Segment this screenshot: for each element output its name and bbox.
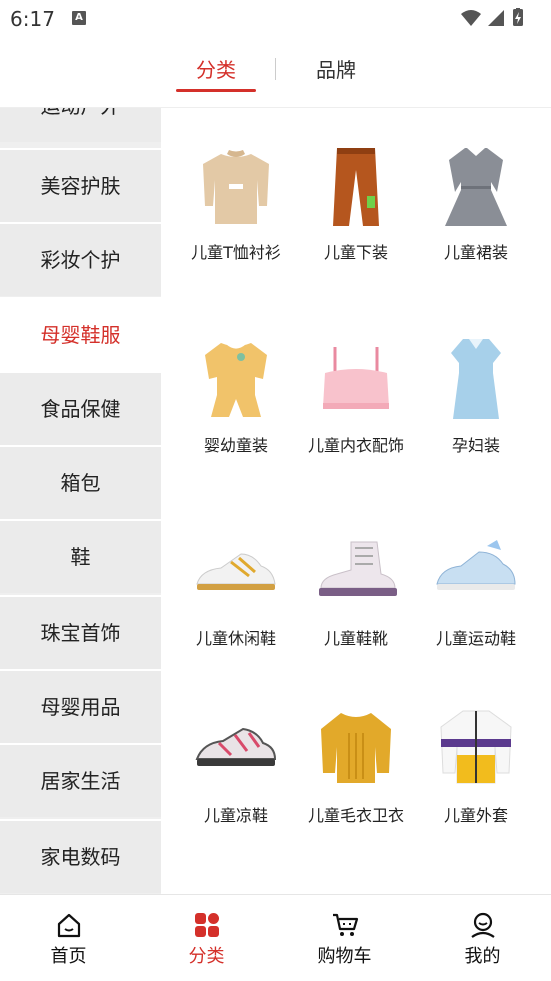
kids-pants-icon [333,148,379,226]
top-tab-bar: 分类 品牌 [0,36,551,108]
tab-divider [275,58,276,80]
grid-item-maternity-dress[interactable]: 孕妇装 [416,333,536,458]
wifi-icon [461,10,481,26]
sidebar-item-jewelry[interactable]: 珠宝首饰 [0,597,161,669]
grid-item-label: 孕妇装 [451,436,500,455]
kids-jacket-icon [440,710,512,784]
grid-item-label: 儿童休闲鞋 [195,629,276,648]
grid-item-kids-underwear[interactable]: 儿童内衣配饰 [296,333,416,458]
nav-home[interactable]: 首页 [0,895,137,981]
sidebar-item-outdoor[interactable]: 运动户外 [0,108,161,142]
bottom-nav: 首页 分类 购物车 我的 [0,894,551,981]
sidebar-item-home-living[interactable]: 居家生活 [0,745,161,817]
grid-item-kids-casual-shoe[interactable]: 儿童休闲鞋 [176,526,296,651]
grid-item-kids-sweater[interactable]: 儿童毛衣卫衣 [296,703,416,828]
system-status-icons [461,8,523,26]
grid-item-baby-romper[interactable]: 婴幼童装 [176,333,296,458]
grid-item-label: 儿童裙装 [443,243,508,262]
kids-boot-icon [319,541,397,596]
nav-category[interactable]: 分类 [138,895,275,981]
nav-cart[interactable]: 购物车 [276,895,413,981]
grid-item-kids-boot[interactable]: 儿童鞋靴 [296,526,416,651]
tab-category[interactable]: 分类 [176,54,256,90]
grid-item-kids-sneaker[interactable]: 儿童运动鞋 [416,526,536,651]
profile-icon [471,912,495,938]
grid-item-label: 儿童运动鞋 [435,629,516,648]
grid-item-kids-jacket[interactable]: 儿童外套 [416,703,536,828]
tab-brand[interactable]: 品牌 [296,54,376,90]
kids-tshirt-icon [203,150,269,224]
signal-icon [488,10,504,26]
maternity-dress-icon [451,339,501,419]
notification-icon: A [72,11,86,25]
nav-home-label: 首页 [50,946,87,967]
status-time: 6:17 [10,7,55,31]
sidebar-item-baby-apparel[interactable]: 母婴鞋服 [0,297,161,373]
grid-item-label: 儿童毛衣卫衣 [307,806,404,825]
sidebar-item-makeup[interactable]: 彩妆个护 [0,224,161,296]
grid-item-label: 儿童内衣配饰 [307,436,404,455]
nav-cart-label: 购物车 [317,946,372,967]
nav-category-label: 分类 [188,946,225,967]
nav-profile[interactable]: 我的 [414,895,551,981]
nav-profile-label: 我的 [464,946,501,967]
active-tab-indicator [176,89,256,92]
kids-sandal-icon [195,727,277,766]
kids-underwear-icon [323,347,389,409]
grid-item-kids-tshirt[interactable]: 儿童T恤衬衫 [176,140,296,265]
sidebar-item-food-health[interactable]: 食品保健 [0,373,161,445]
kids-sneaker-icon [436,540,516,590]
grid-item-label: 儿童下装 [323,243,388,262]
sidebar-item-baby-supplies[interactable]: 母婴用品 [0,671,161,743]
kids-dress-icon [445,148,507,226]
kids-casual-shoe-icon [196,553,276,590]
grid-item-label: 儿童外套 [443,806,508,825]
sidebar-item-bags[interactable]: 箱包 [0,447,161,519]
sidebar-item-electronics[interactable]: 家电数码 [0,821,161,893]
sidebar-item-shoes[interactable]: 鞋 [0,521,161,593]
cart-icon [333,913,359,936]
kids-sweater-icon [321,713,391,783]
status-bar: 6:17 A [0,0,551,36]
category-icon [195,913,219,937]
grid-item-label: 儿童T恤衬衫 [191,243,281,262]
grid-item-label: 儿童鞋靴 [323,629,388,648]
grid-item-label: 婴幼童装 [203,436,268,455]
sidebar-item-skincare[interactable]: 美容护肤 [0,150,161,222]
home-icon [57,913,81,938]
subcategory-grid: 儿童T恤衬衫 儿童下装 儿童裙装 婴幼童装 儿童内衣配饰 孕妇装 儿童休闲鞋 儿… [161,108,551,894]
baby-romper-icon [205,341,267,417]
grid-item-kids-sandal[interactable]: 儿童凉鞋 [176,703,296,828]
grid-item-kids-dress[interactable]: 儿童裙装 [416,140,536,265]
grid-item-label: 儿童凉鞋 [203,806,268,825]
grid-item-kids-pants[interactable]: 儿童下装 [296,140,416,265]
category-sidebar[interactable]: 运动户外 美容护肤 彩妆个护 母婴鞋服 食品保健 箱包 鞋 珠宝首饰 母婴用品 … [0,108,161,894]
